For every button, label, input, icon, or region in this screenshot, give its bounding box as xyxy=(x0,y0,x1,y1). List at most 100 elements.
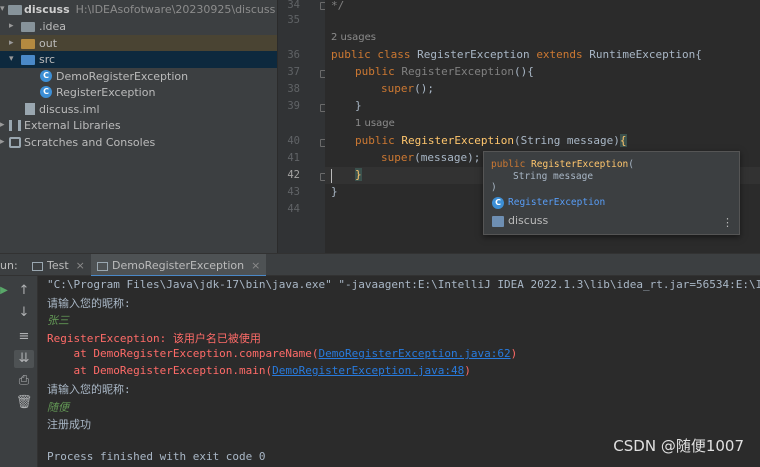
chevron-right-icon[interactable]: ▸ xyxy=(0,117,5,134)
console-line-user-input: 张三 xyxy=(47,314,69,327)
console-output[interactable]: "C:\Program Files\Java\jdk-17\bin\java.e… xyxy=(38,276,760,467)
code-line-36: public class RegisterException extends R… xyxy=(331,48,702,61)
keyword: public xyxy=(491,159,532,170)
tab-test[interactable]: Test × xyxy=(26,254,91,277)
tree-item-label: DemoRegisterException xyxy=(56,70,189,83)
tab-label: Test xyxy=(47,259,69,272)
run-toolwindow-header: un: Test × DemoRegisterException × xyxy=(0,253,760,277)
run-config-icon xyxy=(97,261,108,271)
line-number: 38 xyxy=(287,83,300,95)
tree-item-label: out xyxy=(39,37,58,50)
tree-item-out[interactable]: ▸ out xyxy=(0,35,277,52)
console-line-stack: at DemoRegisterException.compareName(Dem… xyxy=(47,347,517,360)
more-options-icon[interactable]: ⋮ xyxy=(722,216,733,229)
line-number: 41 xyxy=(287,152,300,164)
line-number: 44 xyxy=(287,203,300,215)
constructor-name: RegisterException xyxy=(401,134,514,147)
popup-class-link[interactable]: RegisterException xyxy=(508,197,605,208)
close-icon[interactable]: × xyxy=(251,259,260,272)
usages-hint[interactable]: 2 usages xyxy=(331,32,376,43)
folder-icon xyxy=(21,22,35,32)
stack-frame-link[interactable]: DemoRegisterException.java:62 xyxy=(319,347,511,360)
class-icon: C xyxy=(40,70,52,82)
keyword: super xyxy=(381,82,415,95)
console-line-success: 注册成功 xyxy=(47,418,91,431)
run-config-icon xyxy=(32,261,43,271)
code-text: (message); xyxy=(414,151,481,164)
run-label: un: xyxy=(0,259,18,272)
scroll-to-end-icon[interactable]: ⇊ xyxy=(14,350,34,368)
chevron-right-icon[interactable]: ▸ xyxy=(9,18,14,35)
chevron-down-icon[interactable]: ▾ xyxy=(9,51,14,68)
usages-hint[interactable]: 1 usage xyxy=(355,118,395,129)
keyword: extends xyxy=(536,48,590,61)
library-icon xyxy=(9,120,21,131)
exception-name: RegisterException: xyxy=(47,332,173,345)
module-folder-icon xyxy=(8,5,22,15)
code-line-39: } xyxy=(355,99,362,112)
tree-root-discuss[interactable]: ▾ discuss H:\IDEAsofotware\20230925\discu… xyxy=(0,1,277,18)
scroll-down-icon[interactable]: ↓ xyxy=(14,304,34,322)
line-number: 43 xyxy=(287,186,300,198)
chevron-right-icon[interactable]: ▸ xyxy=(0,134,5,151)
tab-demoregisterexception[interactable]: DemoRegisterException × xyxy=(91,254,267,277)
tree-item-registerexception[interactable]: C RegisterException xyxy=(0,84,277,101)
line-number: 37 xyxy=(287,66,300,78)
stack-frame: at DemoRegisterException.main( xyxy=(47,364,273,377)
tree-item-external-libraries[interactable]: ▸ External Libraries xyxy=(0,117,277,134)
module-file-icon xyxy=(25,103,35,115)
tree-item-label: Scratches and Consoles xyxy=(24,136,156,149)
chevron-down-icon[interactable]: ▾ xyxy=(0,1,5,18)
tree-item-label: .idea xyxy=(39,20,67,33)
code-line-37: public RegisterException(){ xyxy=(355,65,534,78)
watermark: CSDN @随便1007 xyxy=(613,437,744,455)
line-number: 34 xyxy=(287,0,300,11)
tree-item-scratches[interactable]: ▸ Scratches and Consoles xyxy=(0,134,277,151)
project-tree: ▾ discuss H:\IDEAsofotware\20230925\discu… xyxy=(0,0,277,253)
code-line-41: super(message); xyxy=(381,151,480,164)
console-line-stack: at DemoRegisterException.main(DemoRegist… xyxy=(47,364,471,377)
class-icon: C xyxy=(492,197,504,209)
print-icon[interactable]: ⎙ xyxy=(14,372,34,390)
keyword: public xyxy=(355,65,402,78)
class-icon: C xyxy=(40,86,52,98)
line-number: 40 xyxy=(287,135,300,147)
excluded-folder-icon xyxy=(21,39,35,49)
run-toolbar: ▶ ↑ ↓ ≡ ⇊ ⎙ 🗑 xyxy=(0,276,38,467)
scroll-up-icon[interactable]: ↑ xyxy=(14,282,34,300)
text-cursor xyxy=(331,169,332,183)
tree-item-label: RegisterException xyxy=(56,86,156,99)
tree-item-src[interactable]: ▾ src xyxy=(0,51,277,68)
tree-root-label: discuss xyxy=(24,3,70,16)
rerun-icon[interactable]: ▶ xyxy=(0,282,8,300)
tree-item-discuss-iml[interactable]: discuss.iml xyxy=(0,101,277,118)
tab-label: DemoRegisterException xyxy=(112,259,245,272)
tree-item-idea[interactable]: ▸ .idea xyxy=(0,18,277,35)
line-number: 39 xyxy=(287,100,300,112)
matched-brace: { xyxy=(619,134,627,147)
tree-item-demoregisterexception[interactable]: C DemoRegisterException xyxy=(0,68,277,85)
source-folder-icon xyxy=(21,55,35,65)
keyword: public class xyxy=(331,48,418,61)
popup-module: discuss xyxy=(508,214,549,227)
close-icon[interactable]: × xyxy=(76,259,85,272)
console-line-command: "C:\Program Files\Java\jdk-17\bin\java.e… xyxy=(47,278,760,291)
stack-frame: ) xyxy=(464,364,471,377)
method-name: RegisterException xyxy=(531,159,629,170)
code-text: (); xyxy=(414,82,434,95)
quick-doc-popup[interactable]: public RegisterException( String message… xyxy=(483,151,740,235)
console-line-prompt: 请输入您的昵称: xyxy=(47,297,131,310)
editor-gutter[interactable]: 34 35 36 37 38 39 40 41 42 43 44 xyxy=(277,0,328,253)
chevron-right-icon[interactable]: ▸ xyxy=(9,35,14,52)
trash-icon[interactable]: 🗑 xyxy=(14,394,34,412)
code-text: (String message) xyxy=(513,134,620,147)
stack-frame: at DemoRegisterException.compareName( xyxy=(47,347,319,360)
popup-param: String message xyxy=(513,171,594,182)
console-line-user-input: 随便 xyxy=(47,401,69,414)
tree-root-path: H:\IDEAsofotware\20230925\discuss xyxy=(75,3,276,16)
soft-wrap-icon[interactable]: ≡ xyxy=(14,328,34,346)
console-line-exception: RegisterException: 该用户名已被使用 xyxy=(47,330,261,346)
code-text: (){ xyxy=(513,65,534,78)
line-number-current: 42 xyxy=(287,169,300,181)
stack-frame-link[interactable]: DemoRegisterException.java:48 xyxy=(272,364,464,377)
